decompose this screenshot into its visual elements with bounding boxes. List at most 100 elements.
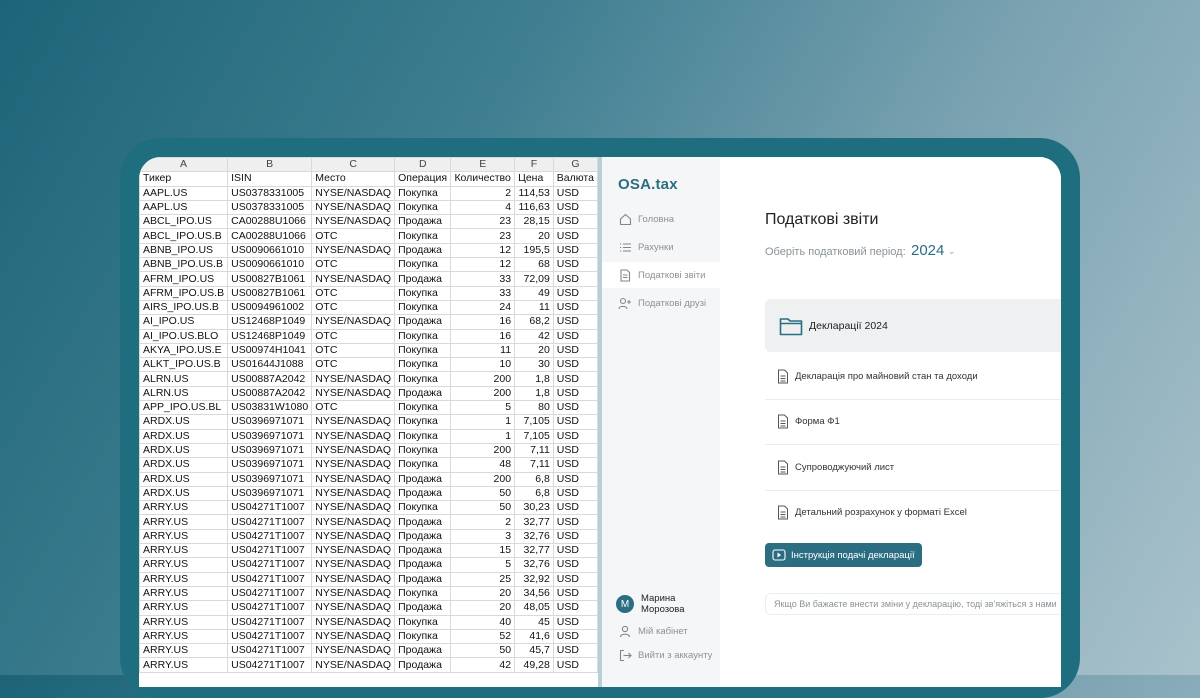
sidebar-item-my-cabinet[interactable]: Мій кабінет	[602, 618, 720, 644]
user-profile[interactable]: M Марина Морозова	[616, 593, 685, 615]
table-cell[interactable]: ARRY.US	[139, 543, 229, 559]
table-cell[interactable]: NYSE/NASDAQ	[311, 414, 396, 430]
table-cell[interactable]: ABNB_IPO.US.B	[139, 257, 229, 273]
table-cell[interactable]: OTC	[311, 400, 396, 416]
table-cell[interactable]: US0090661010	[227, 242, 313, 259]
table-cell[interactable]: 40	[450, 614, 516, 630]
table-cell[interactable]: 7,105	[514, 428, 554, 444]
table-cell[interactable]: ARRY.US	[139, 614, 229, 630]
table-cell[interactable]: 5	[450, 557, 516, 573]
table-cell[interactable]: 24	[450, 299, 516, 316]
table-cell[interactable]: ARDX.US	[139, 428, 229, 444]
table-cell[interactable]: 11	[450, 342, 516, 359]
table-cell[interactable]: ARDX.US	[139, 414, 229, 430]
table-cell[interactable]: NYSE/NASDAQ	[311, 600, 396, 616]
table-cell[interactable]: US03831W1080	[227, 400, 313, 416]
table-cell[interactable]: NYSE/NASDAQ	[311, 385, 396, 402]
table-cell[interactable]: US00974H1041	[227, 342, 313, 359]
table-cell[interactable]: 200	[450, 442, 516, 459]
period-select[interactable]: 2024	[911, 242, 944, 259]
header-cell[interactable]: Количество	[450, 171, 516, 187]
table-cell[interactable]: Покупка	[394, 414, 452, 430]
table-cell[interactable]: US0090661010	[227, 257, 313, 273]
table-cell[interactable]: US0378331005	[227, 199, 313, 216]
table-cell[interactable]: ARRY.US	[139, 657, 229, 673]
table-cell[interactable]: 23	[450, 228, 516, 244]
table-cell[interactable]: Продажа	[394, 657, 452, 673]
table-cell[interactable]: Продажа	[394, 557, 452, 573]
table-cell[interactable]: USD	[552, 485, 598, 502]
table-cell[interactable]: US04271T1007	[227, 614, 313, 630]
table-cell[interactable]: NYSE/NASDAQ	[311, 428, 396, 444]
header-cell[interactable]: ISIN	[227, 171, 313, 187]
declarations-folder[interactable]: Декларації 2024	[765, 299, 1061, 352]
table-cell[interactable]: US12468P1049	[227, 328, 313, 344]
table-cell[interactable]: 50	[450, 643, 516, 659]
table-cell[interactable]: NYSE/NASDAQ	[311, 471, 396, 487]
table-cell[interactable]: US0396971071	[227, 428, 313, 444]
sidebar-item-home[interactable]: Головна	[602, 206, 720, 232]
table-cell[interactable]: 42	[450, 657, 516, 673]
table-cell[interactable]: US04271T1007	[227, 628, 313, 645]
table-cell[interactable]: Продажа	[394, 314, 452, 330]
table-cell[interactable]: Продажа	[394, 600, 452, 616]
table-cell[interactable]: Покупка	[394, 185, 452, 201]
table-cell[interactable]: US0396971071	[227, 457, 313, 473]
table-cell[interactable]: USD	[552, 342, 598, 359]
table-cell[interactable]: 1	[450, 428, 516, 444]
table-cell[interactable]: USD	[552, 442, 598, 459]
table-cell[interactable]: USD	[552, 471, 598, 487]
table-cell[interactable]: US01644J1088	[227, 357, 313, 373]
table-cell[interactable]: NYSE/NASDAQ	[311, 528, 396, 545]
table-cell[interactable]: USD	[552, 500, 598, 516]
table-cell[interactable]: AAPL.US	[139, 185, 229, 201]
table-cell[interactable]: USD	[552, 457, 598, 473]
table-cell[interactable]: ARRY.US	[139, 600, 229, 616]
table-cell[interactable]: NYSE/NASDAQ	[311, 314, 396, 330]
sidebar-item-accounts[interactable]: Рахунки	[602, 234, 720, 260]
column-letter[interactable]: B	[227, 157, 313, 173]
table-cell[interactable]: Продажа	[394, 485, 452, 502]
table-cell[interactable]: 2	[450, 514, 516, 530]
table-cell[interactable]: NYSE/NASDAQ	[311, 514, 396, 530]
table-cell[interactable]: Покупка	[394, 228, 452, 244]
table-cell[interactable]: 32,77	[514, 514, 554, 530]
table-cell[interactable]: US00887A2042	[227, 385, 313, 402]
table-cell[interactable]: NYSE/NASDAQ	[311, 557, 396, 573]
table-cell[interactable]: 10	[450, 357, 516, 373]
table-cell[interactable]: 32,76	[514, 557, 554, 573]
table-cell[interactable]: USD	[552, 371, 598, 387]
table-cell[interactable]: 20	[514, 342, 554, 359]
table-cell[interactable]: US00827B1061	[227, 285, 313, 301]
table-cell[interactable]: 16	[450, 314, 516, 330]
table-cell[interactable]: Продажа	[394, 528, 452, 545]
document-property-declaration[interactable]: Декларація про майновий стан та доходи	[765, 354, 1061, 400]
table-cell[interactable]: Покупка	[394, 428, 452, 444]
table-cell[interactable]: ARRY.US	[139, 528, 229, 545]
table-cell[interactable]: 49	[514, 285, 554, 301]
table-cell[interactable]: US12468P1049	[227, 314, 313, 330]
table-cell[interactable]: Покупка	[394, 357, 452, 373]
table-cell[interactable]: USD	[552, 585, 598, 602]
table-cell[interactable]: 20	[450, 600, 516, 616]
table-cell[interactable]: USD	[552, 385, 598, 402]
table-cell[interactable]: US04271T1007	[227, 571, 313, 587]
table-cell[interactable]: AI_IPO.US	[139, 314, 229, 330]
table-cell[interactable]: 32,77	[514, 543, 554, 559]
table-cell[interactable]: ABNB_IPO.US	[139, 242, 229, 259]
table-cell[interactable]: 3	[450, 528, 516, 545]
table-cell[interactable]: ARDX.US	[139, 485, 229, 502]
table-cell[interactable]: US04271T1007	[227, 657, 313, 673]
table-cell[interactable]: AIRS_IPO.US.B	[139, 299, 229, 316]
table-cell[interactable]: Продажа	[394, 242, 452, 259]
table-cell[interactable]: 200	[450, 385, 516, 402]
column-letter[interactable]: G	[552, 157, 598, 173]
table-cell[interactable]: NYSE/NASDAQ	[311, 185, 396, 201]
table-cell[interactable]: 41,6	[514, 628, 554, 645]
table-cell[interactable]: OTC	[311, 299, 396, 316]
table-cell[interactable]: 1,8	[514, 371, 554, 387]
table-cell[interactable]: ARRY.US	[139, 585, 229, 602]
table-cell[interactable]: NYSE/NASDAQ	[311, 543, 396, 559]
app-logo[interactable]: OSA.tax	[618, 176, 678, 193]
table-cell[interactable]: CA00288U1066	[227, 214, 313, 230]
